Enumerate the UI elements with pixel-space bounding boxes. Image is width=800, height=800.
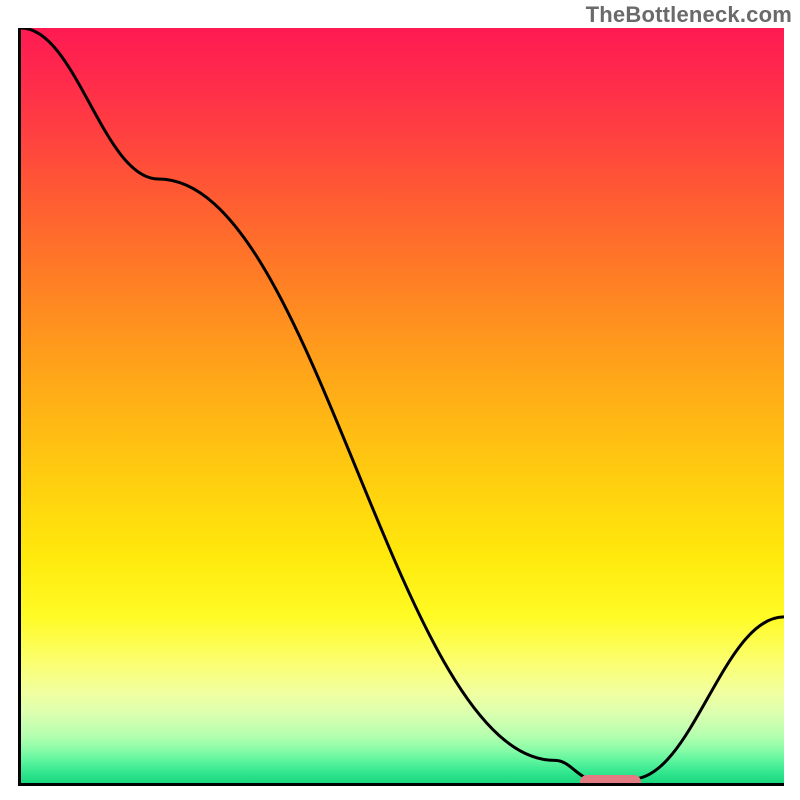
plot-area xyxy=(18,28,784,786)
watermark-text: TheBottleneck.com xyxy=(586,2,792,28)
chart-container: TheBottleneck.com xyxy=(0,0,800,800)
bottleneck-curve xyxy=(21,28,784,783)
optimum-marker xyxy=(580,775,641,786)
